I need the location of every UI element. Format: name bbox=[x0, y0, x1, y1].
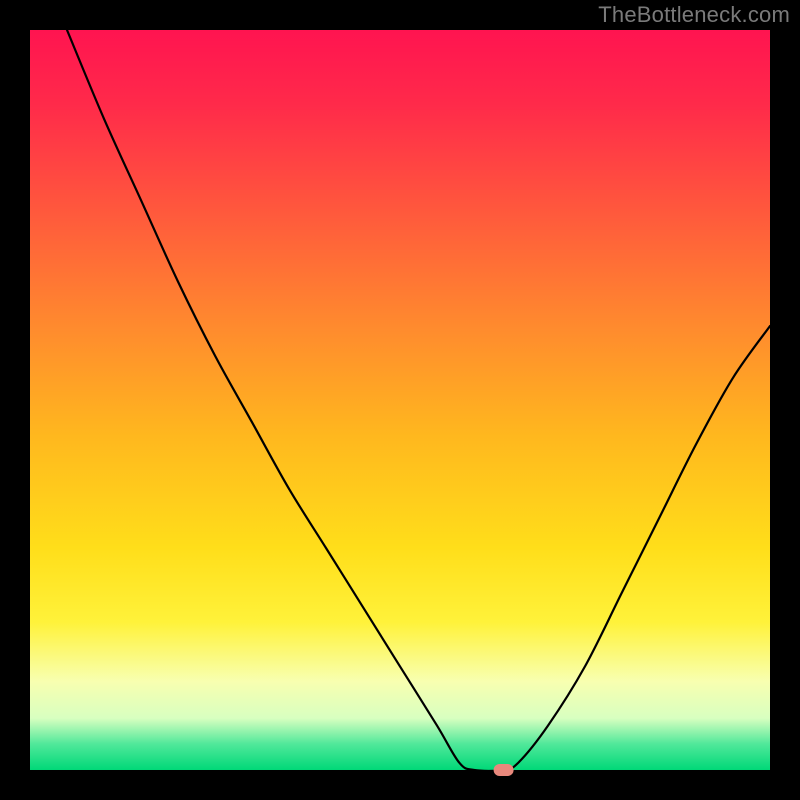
plot-background bbox=[30, 30, 770, 770]
watermark-text: TheBottleneck.com bbox=[598, 2, 790, 28]
optimal-marker bbox=[494, 764, 514, 776]
chart-container: TheBottleneck.com bbox=[0, 0, 800, 800]
bottleneck-chart bbox=[0, 0, 800, 800]
